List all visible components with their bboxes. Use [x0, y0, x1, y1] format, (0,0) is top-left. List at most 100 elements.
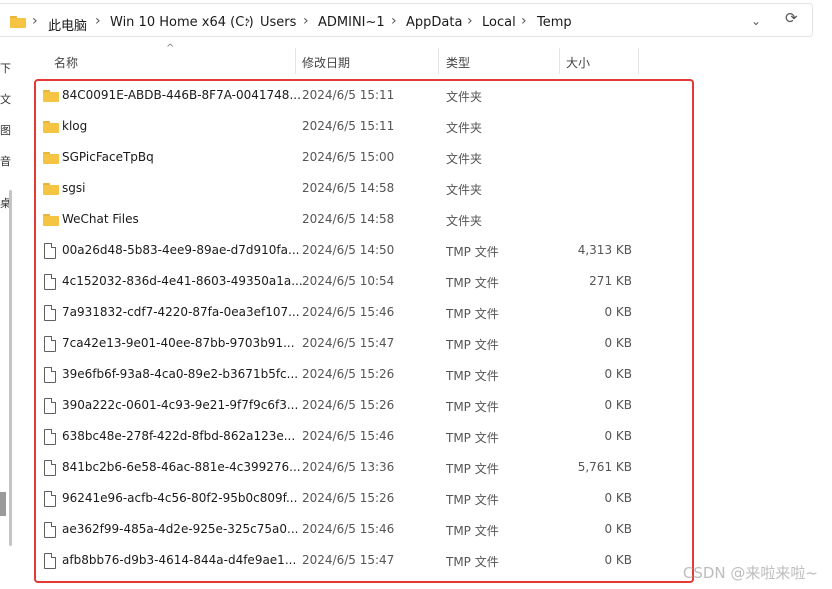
- file-modified-date: 2024/6/5 15:46: [302, 305, 395, 319]
- file-type: TMP 文件: [446, 555, 499, 569]
- chevron-right-icon[interactable]: ›: [391, 13, 397, 29]
- folder-icon: [43, 152, 59, 164]
- file-row[interactable]: 96241e96-acfb-4c56-80f2-95b0c809f... 2024…: [36, 483, 650, 514]
- file-size: 0 KB: [604, 305, 632, 319]
- column-divider[interactable]: [438, 48, 439, 74]
- file-modified-date: 2024/6/5 13:36: [302, 460, 395, 474]
- file-type: TMP 文件: [446, 369, 499, 383]
- file-row[interactable]: 00a26d48-5b83-4ee9-89ae-d7d910fa... 2024/…: [36, 235, 650, 266]
- nav-item-label[interactable]: 音: [0, 153, 11, 169]
- file-modified-date: 2024/6/5 10:54: [302, 274, 395, 288]
- folder-icon: [43, 183, 59, 195]
- file-row[interactable]: 638bc48e-278f-422d-8fbd-862a123e... 2024/…: [36, 421, 650, 452]
- file-type: 文件夹: [446, 121, 483, 135]
- file-modified-date: 2024/6/5 15:11: [302, 88, 395, 102]
- breadcrumb-temp[interactable]: Temp: [537, 15, 572, 30]
- breadcrumb-drive-c[interactable]: Win 10 Home x64 (C:): [110, 15, 254, 30]
- nav-item-label[interactable]: 下: [0, 60, 11, 76]
- file-size: 0 KB: [604, 336, 632, 350]
- file-modified-date: 2024/6/5 15:47: [302, 553, 395, 567]
- column-header-type[interactable]: 类型: [446, 54, 470, 71]
- file-row[interactable]: 39e6fb6f-93a8-4ca0-89e2-b3671b5fc... 2024…: [36, 359, 650, 390]
- file-name: 96241e96-acfb-4c56-80f2-95b0c809f...: [62, 491, 298, 505]
- file-size: 0 KB: [604, 553, 632, 567]
- breadcrumb-local[interactable]: Local: [482, 15, 516, 30]
- file-name: 7ca42e13-9e01-40ee-87bb-9703b91...: [62, 336, 295, 350]
- refresh-icon[interactable]: ⟳: [785, 9, 798, 27]
- file-row[interactable]: sgsi 2024/6/5 14:58 文件夹: [36, 173, 650, 204]
- nav-scrollbar-thumb[interactable]: [0, 492, 6, 516]
- column-header-size[interactable]: 大小: [566, 54, 590, 71]
- file-row[interactable]: ae362f99-485a-4d2e-925e-325c75a0... 2024/…: [36, 514, 650, 545]
- breadcrumb-this-pc[interactable]: 此电脑: [48, 15, 87, 34]
- column-divider[interactable]: [559, 48, 560, 74]
- file-row[interactable]: 7a931832-cdf7-4220-87fa-0ea3ef107... 2024…: [36, 297, 650, 328]
- nav-item-label[interactable]: 文: [0, 91, 11, 107]
- file-row[interactable]: 7ca42e13-9e01-40ee-87bb-9703b91... 2024/6…: [36, 328, 650, 359]
- breadcrumb-users[interactable]: Users: [260, 15, 296, 30]
- address-bar[interactable]: › 此电脑 › Win 10 Home x64 (C:) › Users › A…: [0, 3, 813, 37]
- file-row[interactable]: 841bc2b6-6e58-46ac-881e-4c399276... 2024/…: [36, 452, 650, 483]
- file-type: TMP 文件: [446, 245, 499, 259]
- column-header-name[interactable]: 名称: [54, 54, 78, 71]
- file-size: 0 KB: [604, 367, 632, 381]
- nav-scrollbar[interactable]: [9, 190, 12, 546]
- chevron-down-icon[interactable]: ⌄: [751, 14, 761, 28]
- breadcrumb-appdata[interactable]: AppData: [406, 15, 462, 30]
- column-divider[interactable]: [638, 48, 639, 74]
- breadcrumb-admini[interactable]: ADMINI~1: [318, 15, 385, 30]
- chevron-right-icon[interactable]: ›: [303, 13, 309, 29]
- file-type: TMP 文件: [446, 276, 499, 290]
- file-type: 文件夹: [446, 90, 483, 104]
- file-name: 841bc2b6-6e58-46ac-881e-4c399276...: [62, 460, 301, 474]
- file-name: ae362f99-485a-4d2e-925e-325c75a0...: [62, 522, 299, 536]
- file-modified-date: 2024/6/5 14:58: [302, 212, 395, 226]
- file-modified-date: 2024/6/5 15:11: [302, 119, 395, 133]
- chevron-right-icon[interactable]: ›: [95, 13, 101, 29]
- chevron-right-icon[interactable]: ›: [32, 13, 38, 29]
- column-header-date[interactable]: 修改日期: [302, 54, 350, 71]
- file-name: 638bc48e-278f-422d-8fbd-862a123e...: [62, 429, 296, 443]
- file-row[interactable]: klog 2024/6/5 15:11 文件夹: [36, 111, 650, 142]
- file-name: WeChat Files: [62, 212, 139, 226]
- address-bar-row: › 此电脑 › Win 10 Home x64 (C:) › Users › A…: [0, 0, 832, 40]
- folder-icon: [43, 214, 59, 226]
- file-modified-date: 2024/6/5 15:46: [302, 429, 395, 443]
- file-row[interactable]: SGPicFaceTpBq 2024/6/5 15:00 文件夹: [36, 142, 650, 173]
- file-size: 0 KB: [604, 398, 632, 412]
- chevron-right-icon[interactable]: ›: [521, 13, 527, 29]
- file-type: TMP 文件: [446, 524, 499, 538]
- file-size: 271 KB: [589, 274, 632, 288]
- file-type: TMP 文件: [446, 338, 499, 352]
- file-size: 0 KB: [604, 491, 632, 505]
- file-type: TMP 文件: [446, 400, 499, 414]
- file-modified-date: 2024/6/5 15:26: [302, 491, 395, 505]
- chevron-right-icon[interactable]: ›: [245, 13, 251, 29]
- file-row[interactable]: WeChat Files 2024/6/5 14:58 文件夹: [36, 204, 650, 235]
- file-row[interactable]: 84C0091E-ABDB-446B-8F7A-0041748... 2024/6…: [36, 80, 650, 111]
- file-modified-date: 2024/6/5 15:26: [302, 398, 395, 412]
- file-type: TMP 文件: [446, 431, 499, 445]
- file-modified-date: 2024/6/5 14:50: [302, 243, 395, 257]
- file-row[interactable]: 4c152032-836d-4e41-8603-49350a1a... 2024/…: [36, 266, 650, 297]
- file-modified-date: 2024/6/5 15:47: [302, 336, 395, 350]
- file-icon: [44, 491, 56, 507]
- file-name: SGPicFaceTpBq: [62, 150, 154, 164]
- file-size: 4,313 KB: [577, 243, 632, 257]
- file-name: afb8bb76-d9b3-4614-844a-d4fe9ae1...: [62, 553, 297, 567]
- file-type: TMP 文件: [446, 462, 499, 476]
- file-row[interactable]: afb8bb76-d9b3-4614-844a-d4fe9ae1... 2024/…: [36, 545, 650, 576]
- file-icon: [44, 336, 56, 352]
- chevron-right-icon[interactable]: ›: [467, 13, 473, 29]
- folder-icon: [43, 121, 59, 133]
- file-icon: [44, 367, 56, 383]
- file-icon: [44, 398, 56, 414]
- file-modified-date: 2024/6/5 15:26: [302, 367, 395, 381]
- folder-icon: [10, 16, 26, 28]
- column-divider[interactable]: [295, 48, 296, 74]
- watermark: CSDN @来啦来啦~: [682, 564, 818, 582]
- file-icon: [44, 305, 56, 321]
- file-row[interactable]: 390a222c-0601-4c93-9e21-9f7f9c6f3... 2024…: [36, 390, 650, 421]
- nav-item-label[interactable]: 图: [0, 122, 11, 138]
- file-size: 0 KB: [604, 429, 632, 443]
